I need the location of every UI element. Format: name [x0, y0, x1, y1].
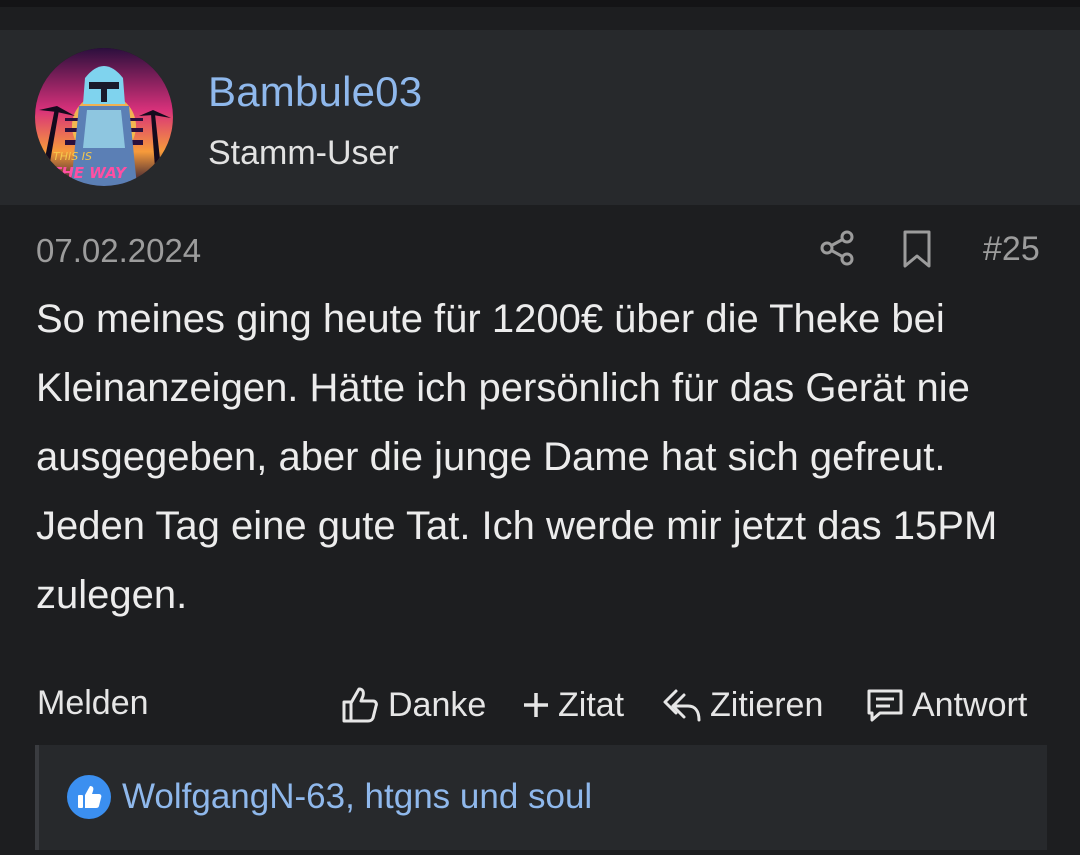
share-icon[interactable] — [818, 229, 856, 267]
user-avatar[interactable]: THIS IS THE WAY — [35, 48, 173, 186]
author-username[interactable]: Bambule03 — [208, 68, 422, 116]
avatar-text-bottom: THE WAY — [51, 164, 128, 182]
quote-label: Zitieren — [710, 685, 824, 724]
reaction-users-link[interactable]: WolfgangN-63, htgns und soul — [122, 777, 592, 817]
post-date[interactable]: 07.02.2024 — [36, 232, 201, 270]
like-label: Danke — [388, 685, 487, 724]
report-button[interactable]: Melden — [37, 684, 149, 723]
comment-icon — [867, 689, 903, 722]
like-button[interactable]: Danke — [340, 684, 486, 726]
quote-button[interactable]: Zitieren — [662, 684, 823, 726]
avatar-image: THIS IS THE WAY — [35, 48, 173, 186]
author-title: Stamm-User — [208, 134, 399, 172]
reactions-bar: WolfgangN-63, htgns und soul — [35, 745, 1047, 850]
reply-button[interactable]: Antwort — [866, 684, 1027, 726]
avatar-text-top: THIS IS — [53, 150, 92, 163]
reply-arrow-icon — [663, 689, 701, 722]
post-number-link[interactable]: #25 — [983, 230, 1040, 269]
post-author-header: THIS IS THE WAY Bambule03 Stamm-User — [0, 30, 1080, 205]
top-bar — [0, 0, 1080, 7]
thumbs-up-icon — [342, 687, 378, 723]
reply-label: Antwort — [912, 685, 1028, 724]
like-badge-icon — [67, 775, 111, 819]
quote-add-button[interactable]: Zitat — [522, 684, 624, 726]
bookmark-icon[interactable] — [900, 229, 934, 269]
plus-icon — [524, 693, 548, 717]
quote-add-label: Zitat — [558, 685, 625, 724]
post-message-body: So meines ging heute für 1200€ über die … — [36, 297, 998, 617]
